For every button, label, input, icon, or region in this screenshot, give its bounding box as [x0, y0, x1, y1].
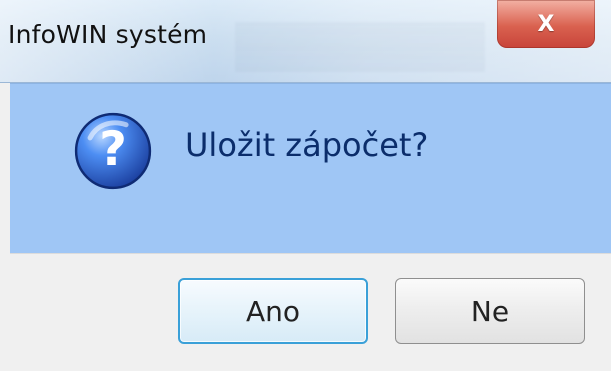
no-button[interactable]: Ne — [395, 278, 585, 344]
question-icon: ? — [74, 112, 152, 190]
dialog-window: InfoWIN systém X ? Uložit zápočet? Ano N… — [0, 0, 611, 371]
svg-text:?: ? — [99, 122, 127, 177]
yes-button[interactable]: Ano — [178, 278, 368, 344]
dialog-message: Uložit zápočet? — [185, 126, 429, 164]
dialog-content: ? Uložit zápočet? — [10, 83, 611, 254]
dialog-buttons-area: Ano Ne — [10, 253, 611, 371]
close-icon: X — [537, 11, 555, 37]
title-bar: InfoWIN systém X — [0, 0, 611, 83]
title-bar-background-blur — [235, 22, 485, 72]
close-button[interactable]: X — [497, 0, 595, 48]
window-title: InfoWIN systém — [8, 20, 208, 49]
